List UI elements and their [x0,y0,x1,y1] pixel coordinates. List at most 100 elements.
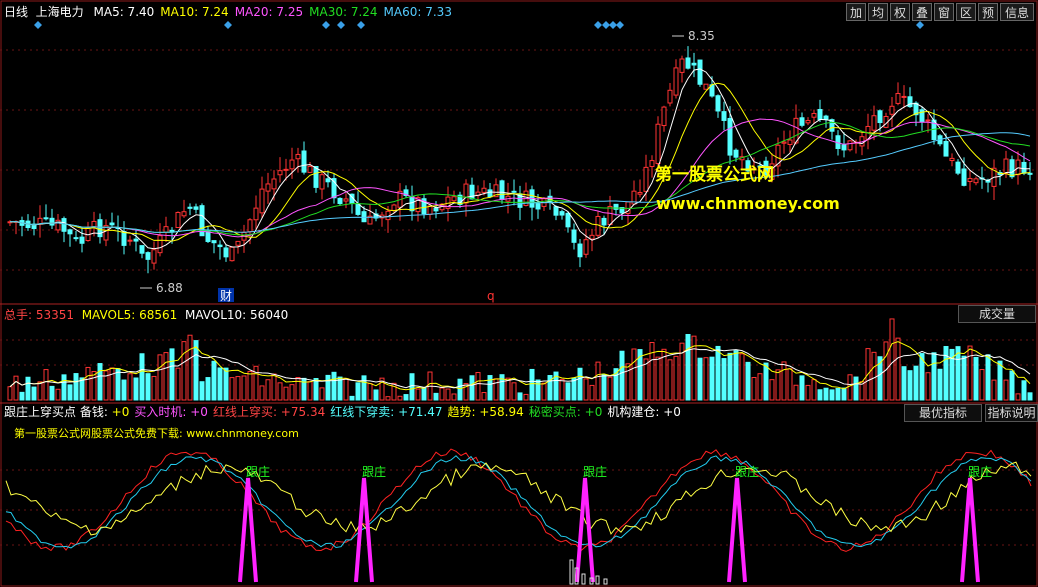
toolbar-button[interactable]: 均 [868,3,888,21]
volume-bar [715,345,721,401]
candle-body [733,149,739,158]
indicator-item-label: 买入时机: [134,405,187,419]
volume-bar [973,356,979,401]
volume-bar [37,381,43,401]
volume-bar [445,388,451,401]
volume-bar [439,387,445,401]
mavol5-line [9,341,1031,391]
candle-body [43,217,49,220]
candle-body [973,178,979,184]
volume-bar [751,377,757,401]
volume-bar [223,367,229,401]
candle-body [601,217,607,226]
signal-spike [727,477,747,583]
volume-bar [409,373,415,401]
volume-bar [775,369,781,401]
volume-bar [67,384,73,401]
candle-body [61,218,67,232]
candle-body [265,183,271,192]
volume-bar [403,394,409,401]
signal-diamond [916,21,924,29]
volume-bar [829,389,835,401]
signal-spike [354,477,374,583]
ma-line [9,68,1031,250]
volume-bar [871,351,877,401]
volume-bar [475,372,481,401]
indicator-help-tab[interactable]: 指标说明 [985,404,1038,422]
candle-body [235,240,241,246]
candle-body [67,229,73,235]
candle-body [607,205,613,225]
signal-diamond [337,21,345,29]
candle-body [193,206,199,210]
candle-body [73,237,79,240]
volume-bar [703,357,709,401]
volume-bar [811,379,817,401]
volume-bar [511,382,517,401]
volume-bar [739,353,745,401]
best-indicator-tab[interactable]: 最优指标 [904,404,982,422]
volume-bar [415,388,421,401]
volume-bar [937,368,943,401]
candle-body [205,231,211,242]
candle-body [229,246,235,262]
candle-body [481,187,487,193]
volume-tab[interactable]: 成交量 [958,305,1036,323]
volume-bar [397,395,403,401]
ma-label: MA10: 7.24 [160,5,229,19]
candle-body [583,239,589,255]
volume-bar [163,352,169,401]
toolbar-button[interactable]: 权 [890,3,910,21]
volume-bar [85,366,91,401]
indicator-bar [581,573,586,585]
toolbar-button[interactable]: 加 [846,3,866,21]
volume-bar [655,356,661,401]
finance-marker: 财 [220,289,232,303]
toolbar-button[interactable]: 窗 [934,3,954,21]
candle-body [589,234,595,240]
mavol5-value: 68561 [139,308,178,322]
candle-body [319,174,325,190]
candle-body [325,178,331,183]
candle-body [721,111,727,121]
signal-diamond [602,21,610,29]
candle-body [553,206,559,216]
volume-bar [13,375,19,401]
candle-body [577,243,583,258]
volume-bar [61,374,67,401]
candle-body [1009,159,1015,178]
toolbar-button[interactable]: 信息 [1000,3,1034,21]
candle-body [301,150,307,173]
candle-body [895,93,901,104]
candle-body [949,157,955,162]
candle-body [841,144,847,151]
volume-bar [577,367,583,401]
period-label: 日线 [4,5,29,19]
volume-bar [307,381,313,401]
signal-spike [960,477,980,583]
candle-body [691,62,697,66]
volume-bar [589,384,595,401]
volume-bar [643,358,649,401]
candle-body [487,189,493,198]
indicator-item-label: 红线上穿买: [212,405,277,419]
candle-body [925,119,931,122]
volume-bar [289,384,295,401]
red-line [5,448,1032,552]
volume-bar [283,386,289,401]
candle-body [427,205,433,215]
indicator-bar [569,559,574,585]
toolbar-button[interactable]: 叠 [912,3,932,21]
low-price-label: 6.88 [156,281,183,295]
toolbar-button[interactable]: 区 [956,3,976,21]
volume-bar [481,392,487,401]
candle-body [133,238,139,242]
volume-bar [925,372,931,401]
candle-body [211,240,217,244]
candle-body [433,207,439,212]
indicator-item-label: 机构建仓: [607,405,660,419]
candle-body [961,168,967,186]
candle-body [151,249,157,264]
candle-body [337,197,343,205]
toolbar-button[interactable]: 预 [978,3,998,21]
